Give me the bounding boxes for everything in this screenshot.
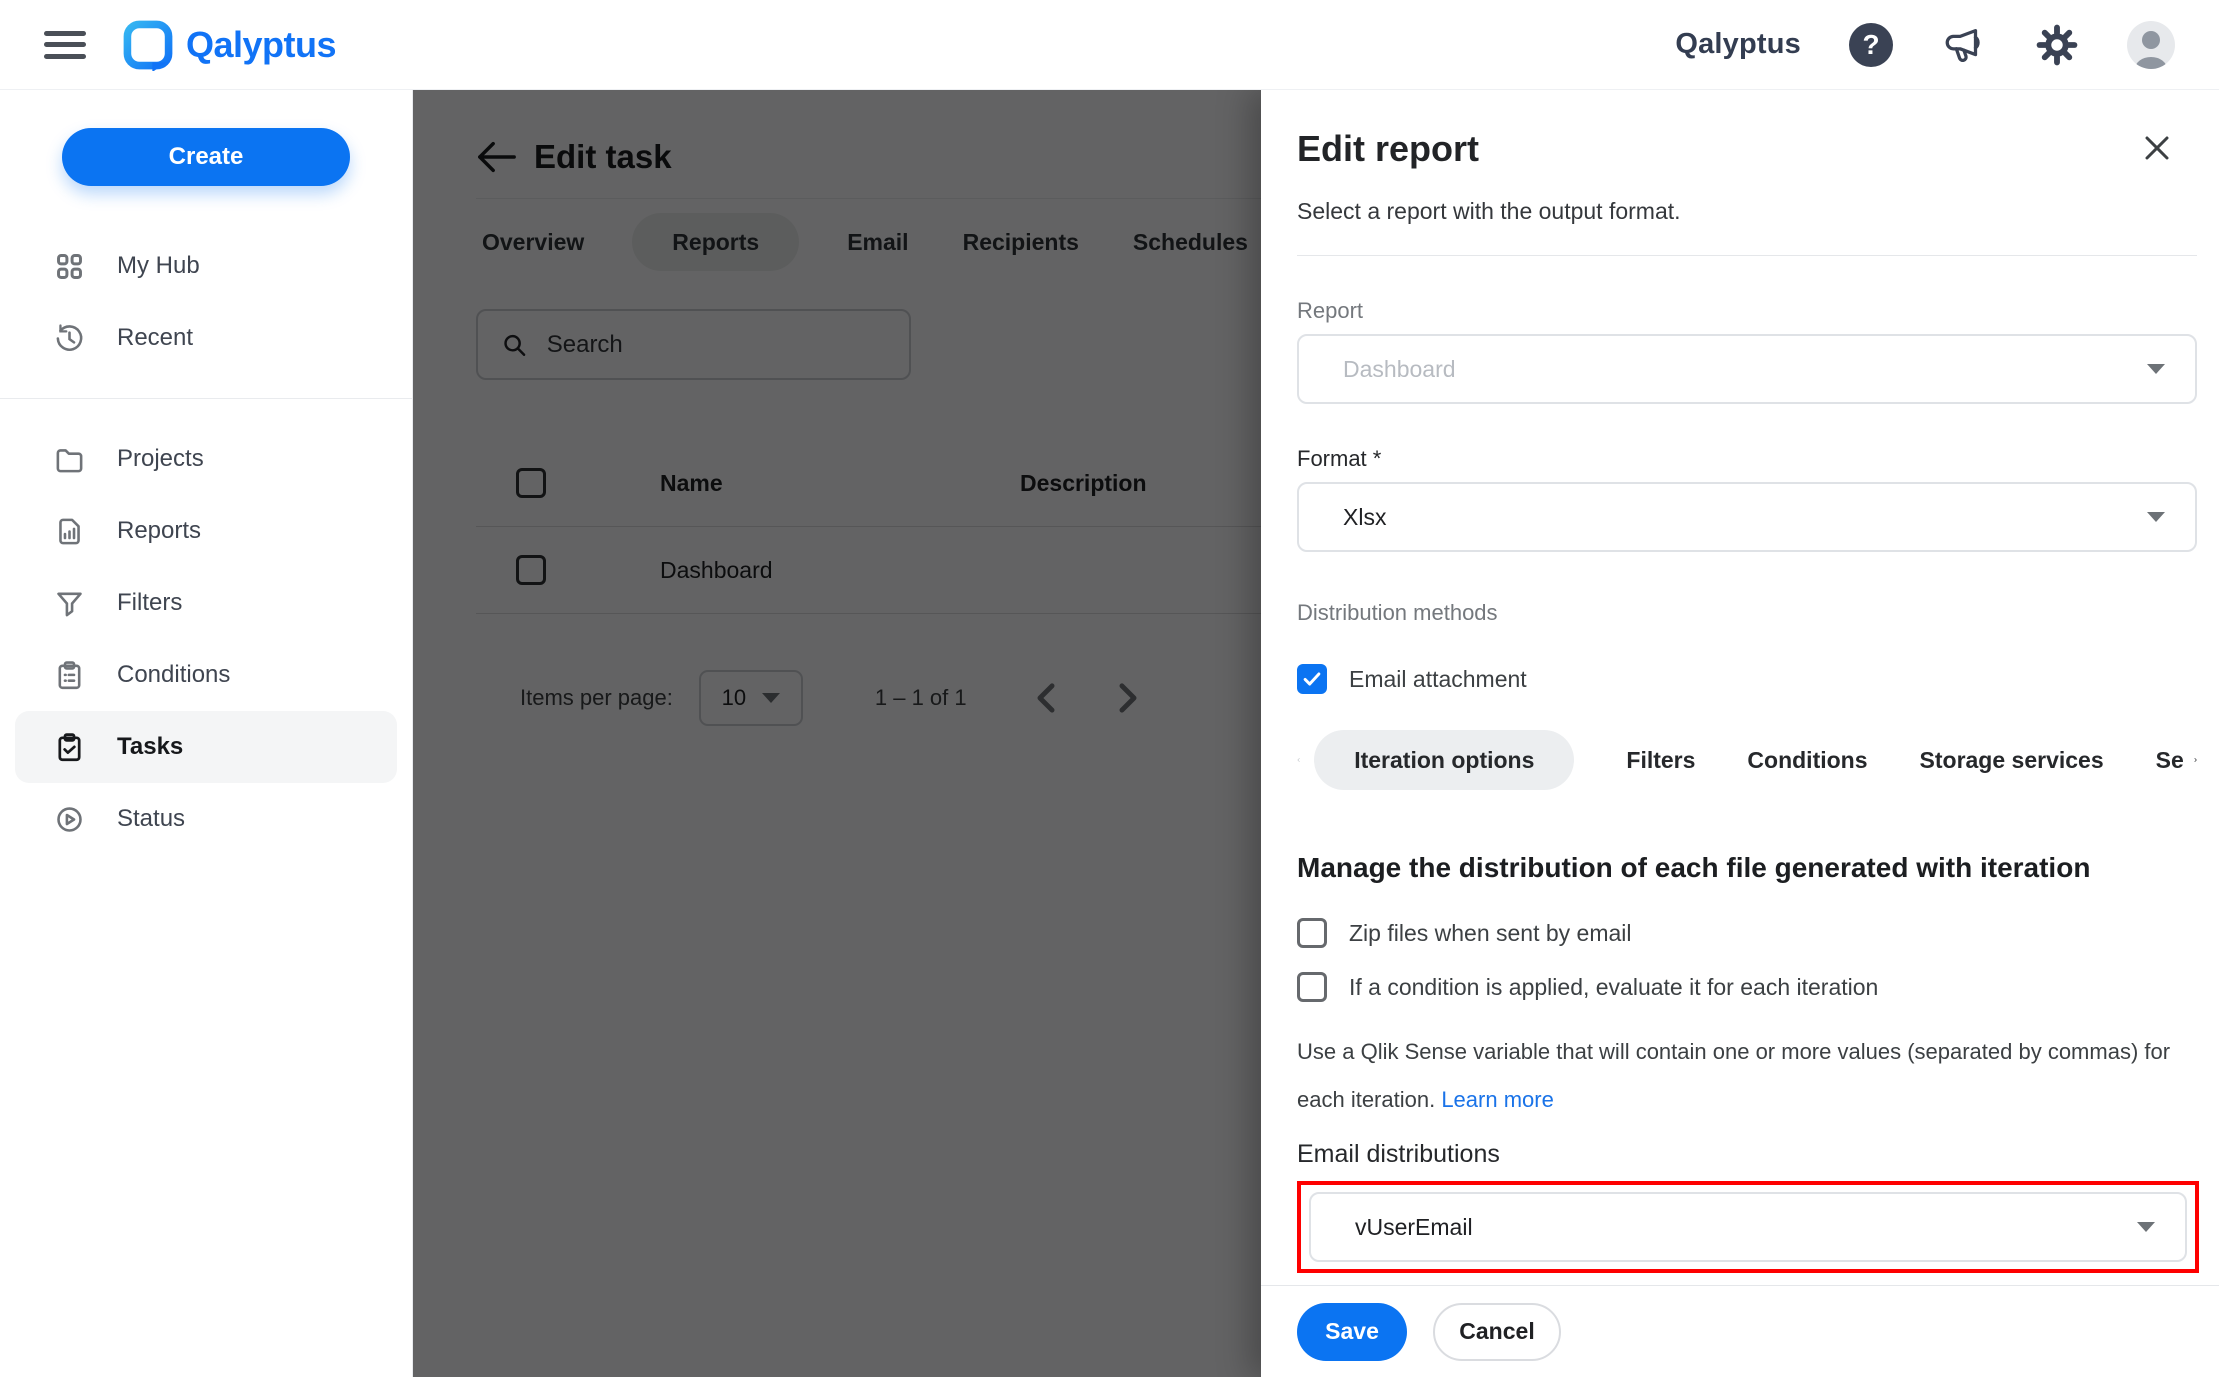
evaluate-condition-label: If a condition is applied, evaluate it f… bbox=[1349, 974, 1878, 1001]
scroll-tabs-right-icon[interactable] bbox=[2194, 745, 2197, 775]
sidebar-divider bbox=[0, 398, 412, 399]
email-distributions-value: vUserEmail bbox=[1355, 1214, 2137, 1241]
settings-gear-icon[interactable] bbox=[2035, 23, 2079, 67]
email-attachment-checkbox[interactable] bbox=[1297, 664, 1327, 694]
sidebar-item-conditions[interactable]: Conditions bbox=[15, 639, 397, 711]
clipboard-list-icon bbox=[54, 660, 85, 691]
sidebar: Create My Hub Recent bbox=[0, 90, 413, 1377]
tab-filters[interactable]: Filters bbox=[1626, 747, 1695, 774]
app-root: Qalyptus Qalyptus ? bbox=[0, 0, 2219, 1377]
format-label: Format * bbox=[1297, 446, 2197, 472]
drawer-divider bbox=[1297, 255, 2197, 256]
chevron-down-icon bbox=[2137, 1222, 2155, 1232]
evaluate-condition-checkbox[interactable] bbox=[1297, 972, 1327, 1002]
product-name: Qalyptus bbox=[1675, 28, 1801, 61]
main-content-area: Edit task Overview Reports Email Recipie… bbox=[413, 90, 1261, 1377]
sidebar-item-label: Filters bbox=[117, 589, 182, 617]
app-logo[interactable]: Qalyptus bbox=[122, 19, 336, 71]
cancel-button[interactable]: Cancel bbox=[1433, 1303, 1561, 1361]
topbar-right: Qalyptus ? bbox=[1675, 21, 2175, 69]
sidebar-item-status[interactable]: Status bbox=[15, 783, 397, 855]
sidebar-item-my-hub[interactable]: My Hub bbox=[15, 230, 397, 302]
sidebar-item-label: Projects bbox=[117, 445, 204, 473]
report-label: Report bbox=[1297, 298, 2197, 324]
distribution-methods-label: Distribution methods bbox=[1297, 600, 2197, 626]
clipboard-check-icon bbox=[54, 732, 85, 763]
drawer-title: Edit report bbox=[1297, 128, 1479, 170]
tab-storage-services[interactable]: Storage services bbox=[1920, 747, 2104, 774]
drawer-subtitle: Select a report with the output format. bbox=[1297, 198, 2197, 225]
learn-more-link[interactable]: Learn more bbox=[1441, 1087, 1554, 1112]
chevron-down-icon bbox=[2147, 512, 2165, 522]
drawer-tab-strip: Iteration options Filters Conditions Sto… bbox=[1297, 730, 2197, 790]
sidebar-item-projects[interactable]: Projects bbox=[15, 423, 397, 495]
play-circle-icon bbox=[54, 804, 85, 835]
sidebar-item-label: Tasks bbox=[117, 733, 183, 761]
funnel-icon bbox=[54, 588, 85, 619]
announcements-megaphone-icon[interactable] bbox=[1941, 22, 1987, 68]
history-icon bbox=[54, 323, 85, 354]
drawer-footer: Save Cancel bbox=[1261, 1285, 2219, 1377]
sidebar-item-label: Status bbox=[117, 805, 185, 833]
zip-files-label: Zip files when sent by email bbox=[1349, 920, 1632, 947]
hamburger-menu-icon[interactable] bbox=[44, 29, 86, 61]
email-distributions-label: Email distributions bbox=[1297, 1140, 2197, 1169]
scroll-tabs-left-icon[interactable] bbox=[1297, 745, 1300, 775]
modal-scrim[interactable] bbox=[413, 90, 1261, 1377]
iteration-helper-text: Use a Qlik Sense variable that will cont… bbox=[1297, 1028, 2177, 1124]
sidebar-item-tasks[interactable]: Tasks bbox=[15, 711, 397, 783]
report-icon bbox=[54, 516, 85, 547]
zip-files-checkbox-row[interactable]: Zip files when sent by email bbox=[1297, 918, 2197, 948]
edit-report-drawer: Edit report Select a report with the out… bbox=[1261, 90, 2219, 1377]
close-icon[interactable] bbox=[2141, 132, 2173, 164]
zip-files-checkbox[interactable] bbox=[1297, 918, 1327, 948]
topbar: Qalyptus Qalyptus ? bbox=[0, 0, 2219, 90]
help-icon[interactable]: ? bbox=[1849, 23, 1893, 67]
sidebar-item-label: Recent bbox=[117, 324, 193, 352]
sidebar-item-reports[interactable]: Reports bbox=[15, 495, 397, 567]
logo-wordmark: Qalyptus bbox=[186, 24, 336, 66]
red-highlight-annotation: vUserEmail bbox=[1297, 1181, 2199, 1273]
check-icon bbox=[1301, 668, 1323, 690]
email-attachment-checkbox-row[interactable]: Email attachment bbox=[1297, 664, 2197, 694]
user-avatar[interactable] bbox=[2127, 21, 2175, 69]
email-distributions-select[interactable]: vUserEmail bbox=[1309, 1192, 2187, 1262]
sidebar-item-label: Reports bbox=[117, 517, 201, 545]
sidebar-item-filters[interactable]: Filters bbox=[15, 567, 397, 639]
create-button[interactable]: Create bbox=[62, 128, 350, 186]
tab-conditions[interactable]: Conditions bbox=[1747, 747, 1867, 774]
tab-iteration-options[interactable]: Iteration options bbox=[1314, 730, 1574, 790]
topbar-left: Qalyptus bbox=[44, 19, 336, 71]
format-select[interactable]: Xlsx bbox=[1297, 482, 2197, 552]
sidebar-item-label: My Hub bbox=[117, 252, 200, 280]
qalyptus-logo-icon bbox=[122, 19, 174, 71]
sidebar-item-label: Conditions bbox=[117, 661, 230, 689]
save-button[interactable]: Save bbox=[1297, 1303, 1407, 1361]
evaluate-condition-checkbox-row[interactable]: If a condition is applied, evaluate it f… bbox=[1297, 972, 2197, 1002]
email-attachment-label: Email attachment bbox=[1349, 666, 1527, 693]
report-select-value: Dashboard bbox=[1343, 356, 2147, 383]
sidebar-item-recent[interactable]: Recent bbox=[15, 302, 397, 374]
iteration-section-heading: Manage the distribution of each file gen… bbox=[1297, 852, 2197, 884]
folder-icon bbox=[54, 444, 85, 475]
report-select[interactable]: Dashboard bbox=[1297, 334, 2197, 404]
format-select-value: Xlsx bbox=[1343, 504, 2147, 531]
chevron-down-icon bbox=[2147, 364, 2165, 374]
tab-settings-truncated[interactable]: Se bbox=[2156, 747, 2184, 774]
grid-icon bbox=[54, 251, 85, 282]
